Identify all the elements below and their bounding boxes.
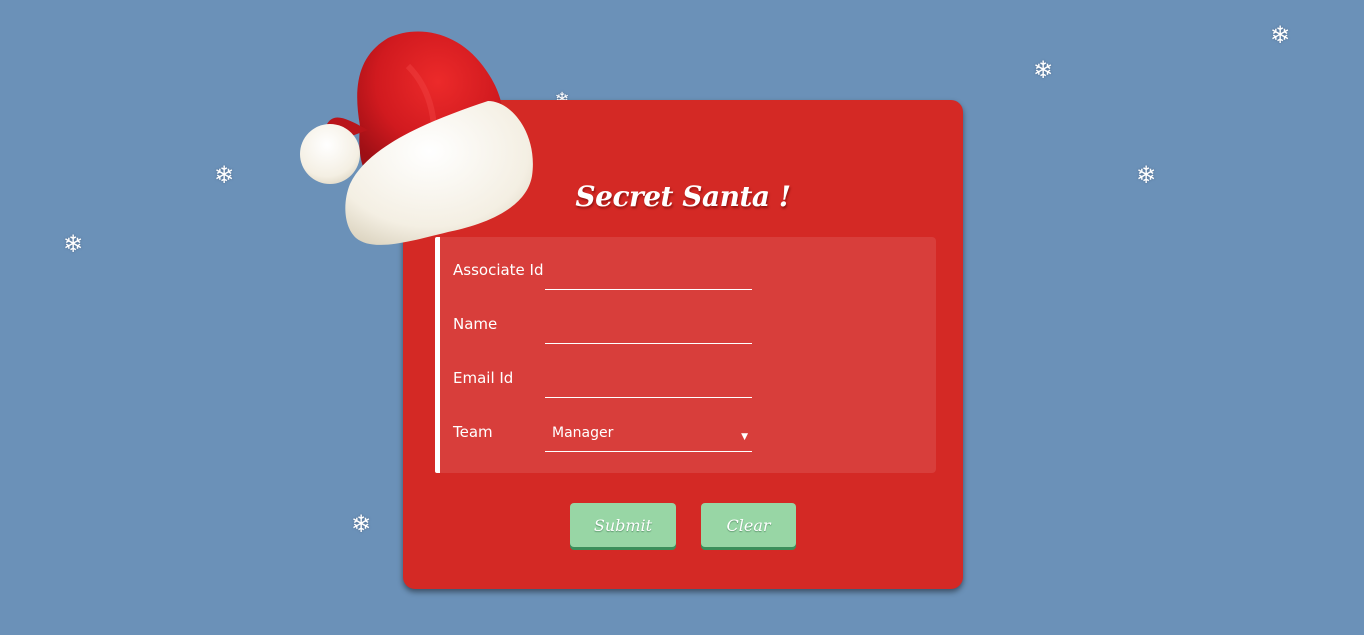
associate-id-input[interactable] [545,260,752,290]
snowflake-icon: ❄ [350,510,372,538]
snowflake-icon: ❄ [1269,21,1291,49]
email-id-label: Email Id [453,369,514,387]
form-panel: Associate Id Name Email Id Team Manager … [435,237,936,473]
team-select-value: Manager [552,425,614,441]
clear-button[interactable]: Clear [701,503,796,547]
page: ❄ ❄ ❄ ❄ ❄ ❄ ❄ Secret Santa ! Associate I… [0,0,1364,635]
snowflake-icon: ❄ [62,230,84,258]
santa-hat-icon [300,31,533,245]
snowflake-icon: ❄ [1135,161,1157,189]
team-label: Team [453,423,493,441]
email-id-input[interactable] [545,368,752,398]
chevron-down-icon: ▼ [741,432,748,442]
name-row: Name [453,314,783,344]
name-label: Name [453,315,498,333]
associate-id-label: Associate Id [453,261,544,279]
snowflake-icon: ❄ [213,161,235,189]
associate-id-row: Associate Id [453,260,783,290]
snowflake-icon: ❄ [1032,56,1054,84]
email-id-row: Email Id [453,368,783,398]
team-row: Team Manager ▼ [453,422,783,452]
name-input[interactable] [545,314,752,344]
team-select[interactable]: Manager ▼ [545,422,752,452]
submit-button[interactable]: Submit [570,503,676,547]
